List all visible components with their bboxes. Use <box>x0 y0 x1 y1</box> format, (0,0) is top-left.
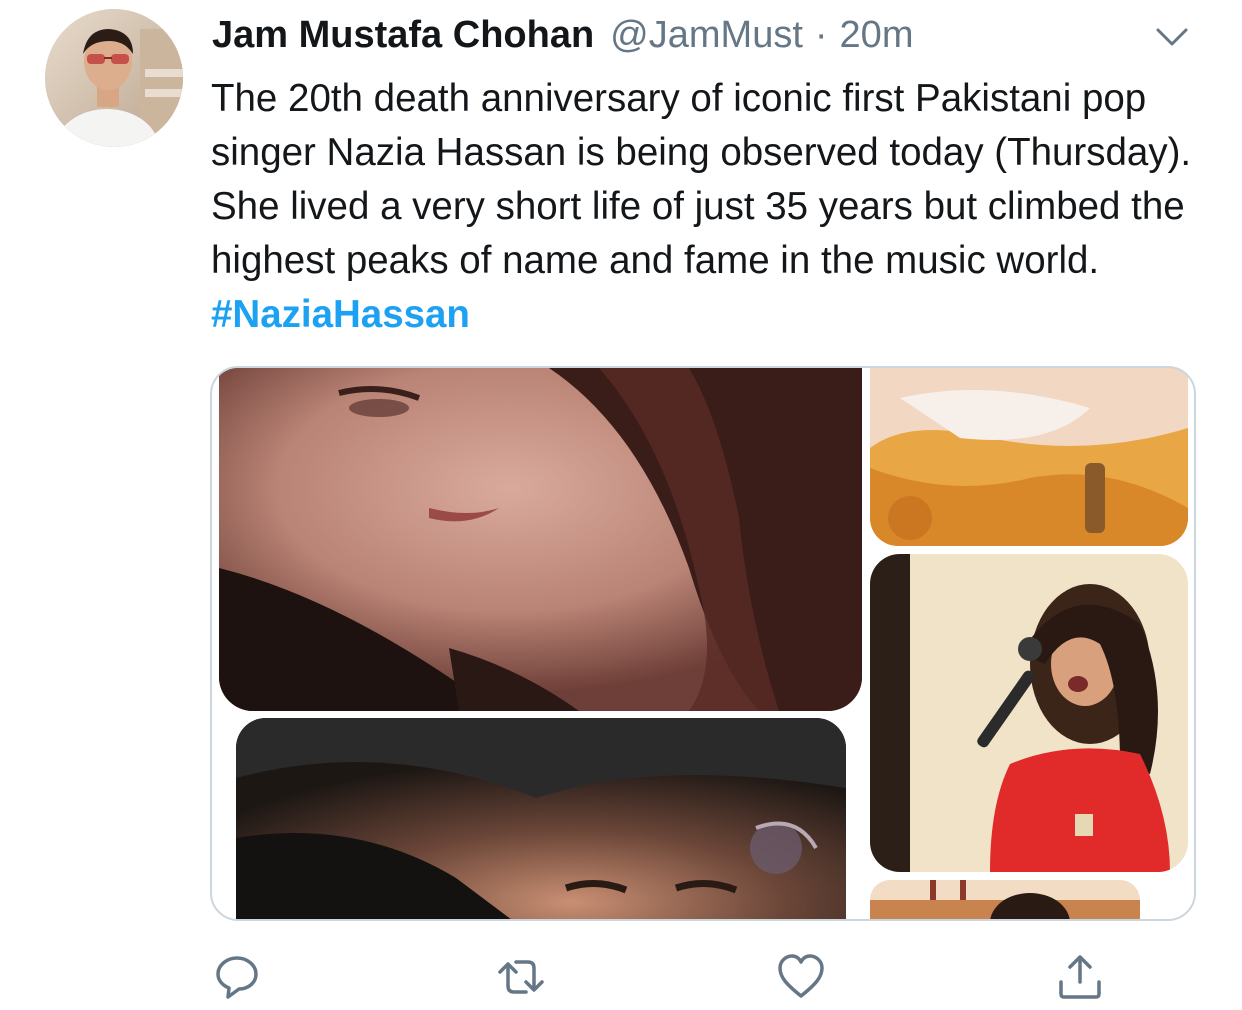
media-photo-4[interactable] <box>236 718 846 919</box>
chevron-down-icon[interactable] <box>1152 20 1192 56</box>
retweet-icon[interactable] <box>494 952 544 1002</box>
separator-dot: · <box>814 14 828 56</box>
tweet-text: The 20th death anniversary of iconic fir… <box>211 72 1211 342</box>
media-photo-1[interactable] <box>219 368 862 711</box>
avatar-image <box>45 9 183 147</box>
tweet-meta: @JamMust · 20m <box>610 14 913 57</box>
heart-icon[interactable] <box>776 952 826 1002</box>
tweet-body: The 20th death anniversary of iconic fir… <box>211 77 1192 282</box>
reply-icon[interactable] <box>212 952 262 1002</box>
share-icon[interactable] <box>1055 952 1105 1002</box>
media-photo-2[interactable] <box>870 368 1188 546</box>
tweet-media[interactable] <box>210 366 1196 921</box>
tweet-timestamp[interactable]: 20m <box>840 14 914 56</box>
hashtag-link[interactable]: #NaziaHassan <box>211 293 470 336</box>
media-photo-5[interactable] <box>870 880 1140 919</box>
avatar[interactable] <box>45 9 183 147</box>
author-handle[interactable]: @JamMust <box>610 14 803 56</box>
media-photo-3[interactable] <box>870 554 1188 872</box>
tweet-header: Jam Mustafa Chohan @JamMust · 20m <box>212 14 913 62</box>
author-name[interactable]: Jam Mustafa Chohan <box>212 14 594 57</box>
